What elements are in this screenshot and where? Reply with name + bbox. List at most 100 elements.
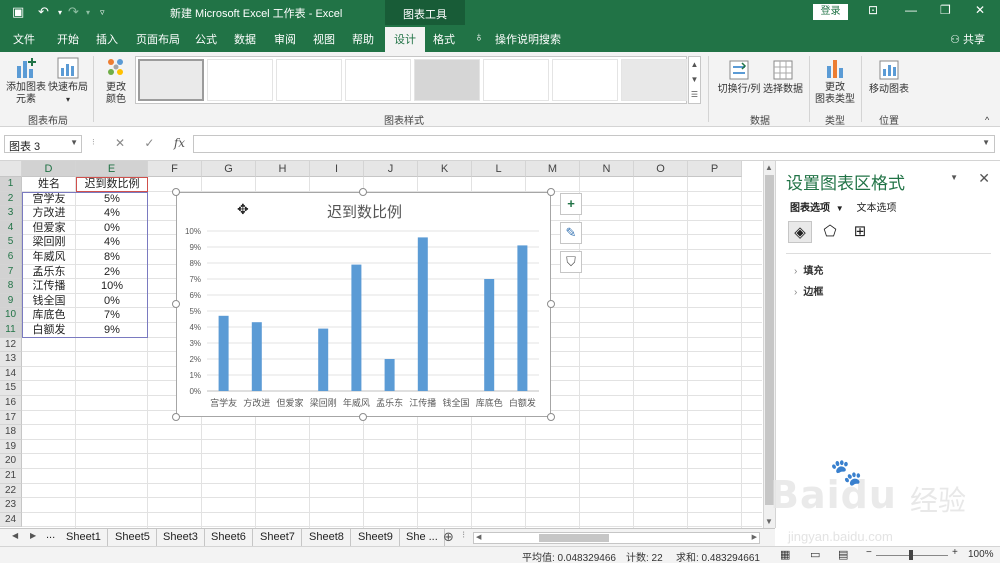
- row-header[interactable]: 17: [0, 410, 22, 426]
- sheet-tab[interactable]: She ...: [400, 529, 445, 546]
- change-chart-type-button[interactable]: 更改 图表类型: [813, 56, 857, 106]
- column-header[interactable]: N: [580, 161, 634, 177]
- row-header[interactable]: 12: [0, 337, 22, 353]
- name-box-dropdown-icon[interactable]: ▼: [70, 138, 78, 147]
- ribbon-display-icon[interactable]: ⊡: [868, 3, 878, 17]
- chart-style-4[interactable]: [345, 59, 411, 101]
- resize-handle-left[interactable]: [172, 300, 180, 308]
- row-header[interactable]: 18: [0, 425, 22, 440]
- undo-icon[interactable]: ↶: [38, 4, 49, 20]
- customize-qa-icon[interactable]: ▿: [100, 7, 105, 18]
- column-header[interactable]: D: [22, 161, 76, 177]
- redo-dropdown-icon[interactable]: ▾: [86, 8, 90, 17]
- row-header[interactable]: 19: [0, 439, 22, 455]
- tab-review[interactable]: 审阅: [274, 31, 296, 47]
- tab-help[interactable]: 帮助: [352, 31, 374, 47]
- sheet-tab[interactable]: Sheet3: [157, 529, 205, 546]
- chart-elements-button[interactable]: +: [560, 193, 582, 215]
- scroll-sheets-right-icon[interactable]: ▶: [30, 531, 36, 540]
- expand-formula-icon[interactable]: ▼: [982, 138, 990, 147]
- size-properties-icon[interactable]: ⊞: [848, 221, 872, 243]
- table-cell[interactable]: 姓名: [22, 177, 76, 192]
- zoom-in-icon[interactable]: +: [952, 547, 958, 558]
- split-grip-icon[interactable]: ⁝: [462, 530, 465, 541]
- scroll-thumb[interactable]: [765, 175, 774, 505]
- scroll-down-icon[interactable]: ▼: [765, 517, 773, 526]
- row-header[interactable]: 4: [0, 220, 22, 236]
- row-header[interactable]: 15: [0, 381, 22, 396]
- sheet-tab[interactable]: Sheet1: [60, 529, 108, 546]
- insert-function-icon[interactable]: fx: [174, 136, 185, 150]
- chart-style-3[interactable]: [276, 59, 342, 101]
- horizontal-scroll-thumb[interactable]: [539, 534, 609, 542]
- column-header[interactable]: F: [148, 161, 202, 177]
- close-window-icon[interactable]: ✕: [975, 3, 985, 17]
- row-header[interactable]: 11: [0, 323, 22, 338]
- row-header[interactable]: 14: [0, 366, 22, 382]
- pane-options-dropdown-icon[interactable]: ▼: [950, 173, 958, 182]
- add-chart-element-button[interactable]: 添加图表 元素: [6, 56, 46, 106]
- tab-formulas[interactable]: 公式: [195, 31, 217, 47]
- select-data-button[interactable]: 选择数据: [763, 58, 803, 96]
- pane-tab-text-options[interactable]: 文本选项: [856, 203, 896, 214]
- row-header[interactable]: 23: [0, 498, 22, 513]
- switch-row-column-button[interactable]: 切换行/列: [714, 58, 764, 96]
- gallery-scroll[interactable]: ▲ ▼ ☰: [688, 56, 701, 104]
- zoom-level[interactable]: 100%: [968, 549, 994, 560]
- move-chart-button[interactable]: 移动图表: [866, 58, 912, 96]
- row-header[interactable]: 7: [0, 264, 22, 280]
- chart-style-5[interactable]: [414, 59, 480, 101]
- chart-area[interactable]: 迟到数比例 0% 1% 2% 3% 4% 5% 6% 7% 8% 9% 10% 宫学友 方改进 但爱家 梁回…: [176, 192, 551, 417]
- chart-bar[interactable]: [384, 359, 395, 391]
- login-button[interactable]: 登录: [813, 4, 848, 20]
- row-header[interactable]: 6: [0, 250, 22, 265]
- chart-bar[interactable]: [318, 328, 329, 391]
- resize-handle-bottom[interactable]: [359, 413, 367, 421]
- column-header[interactable]: G: [202, 161, 256, 177]
- sheet-tab[interactable]: Sheet7: [254, 529, 302, 546]
- column-header[interactable]: K: [418, 161, 472, 177]
- resize-handle-top[interactable]: [359, 188, 367, 196]
- scroll-up-icon[interactable]: ▲: [765, 163, 773, 172]
- normal-view-icon[interactable]: ▦: [780, 548, 790, 561]
- zoom-slider-thumb[interactable]: [909, 550, 913, 560]
- resize-handle-right[interactable]: [547, 300, 555, 308]
- enter-icon[interactable]: ✓: [144, 136, 154, 150]
- row-header[interactable]: 10: [0, 308, 22, 323]
- add-sheet-icon[interactable]: ⊕: [443, 529, 454, 545]
- chart-bar[interactable]: [417, 237, 428, 391]
- pane-tab-chart-options[interactable]: 图表选项: [790, 203, 830, 214]
- section-border[interactable]: › 边框: [794, 283, 823, 298]
- chart-style-8[interactable]: [621, 59, 687, 101]
- name-box[interactable]: 图表 3 ▼: [4, 135, 82, 153]
- tab-data[interactable]: 数据: [234, 31, 256, 47]
- chart-bar[interactable]: [251, 322, 262, 391]
- resize-handle-top-right[interactable]: [547, 188, 555, 196]
- minimize-icon[interactable]: —: [905, 3, 917, 17]
- row-header[interactable]: 13: [0, 352, 22, 367]
- horizontal-scrollbar[interactable]: ◀ ▶: [473, 532, 760, 544]
- tell-me-search[interactable]: 操作说明搜索: [495, 31, 561, 47]
- column-header[interactable]: H: [256, 161, 310, 177]
- row-header[interactable]: 2: [0, 191, 22, 207]
- sheet-tab[interactable]: Sheet8: [303, 529, 351, 546]
- chevron-up-icon[interactable]: ▲: [689, 57, 700, 72]
- tab-format[interactable]: 格式: [433, 31, 455, 47]
- page-layout-view-icon[interactable]: ▭: [810, 548, 820, 561]
- row-header[interactable]: 9: [0, 293, 22, 309]
- tab-home[interactable]: 开始: [57, 31, 79, 47]
- scroll-sheets-left-icon[interactable]: ◀: [12, 531, 18, 540]
- chart-bar[interactable]: [517, 245, 528, 391]
- select-all-corner[interactable]: [0, 161, 22, 177]
- column-header[interactable]: P: [688, 161, 742, 177]
- fill-line-icon[interactable]: ◈: [788, 221, 812, 243]
- column-header[interactable]: O: [634, 161, 688, 177]
- share-button[interactable]: ⚇ 共享: [950, 31, 985, 47]
- tab-page-layout[interactable]: 页面布局: [136, 31, 180, 47]
- row-header[interactable]: 22: [0, 483, 22, 499]
- tab-file[interactable]: 文件: [13, 31, 35, 47]
- vertical-scrollbar[interactable]: ▲ ▼: [763, 161, 775, 528]
- row-header[interactable]: 8: [0, 279, 22, 294]
- column-header[interactable]: J: [364, 161, 418, 177]
- scroll-right-icon[interactable]: ▶: [752, 533, 757, 541]
